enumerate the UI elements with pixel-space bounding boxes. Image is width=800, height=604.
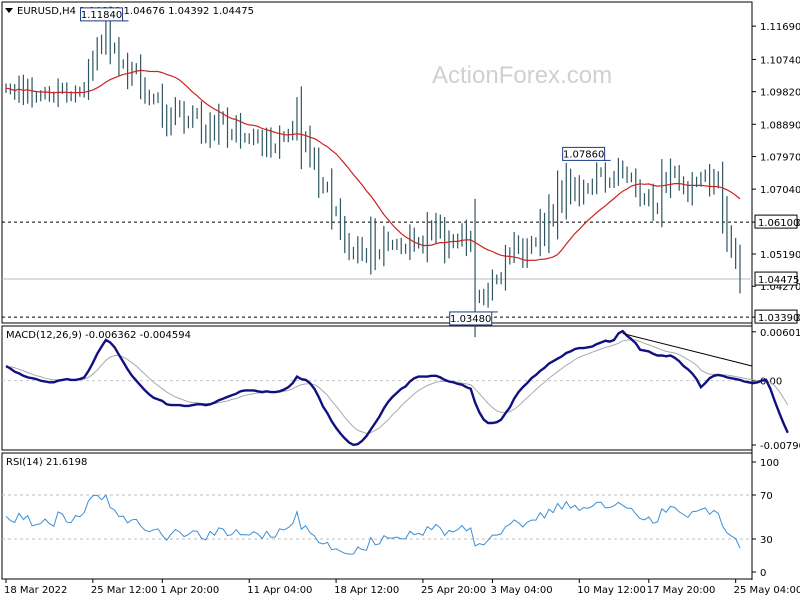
price-annotation-label: 1.07860 [563,149,604,160]
x-tick-label: 18 Apr 12:00 [334,585,399,596]
x-tick-label: 10 May 12:00 [577,585,646,596]
rsi-y-tick-label: 0 [760,568,766,579]
macd-title: MACD(12,26,9) -0.006362 -0.004594 [6,330,191,341]
macd-main-line [5,329,789,447]
symbol-label: EURUSD,H4 [17,6,76,17]
price-annotation-label: 1.03480 [450,314,491,325]
x-tick-label: 3 May 04:00 [490,585,552,596]
rsi-y-tick-label: 100 [760,458,779,469]
chart-window: ActionForex.com EURUSD,H4 1.04646 1.0467… [0,0,800,600]
macd-y-tick-label: 0.00 [760,377,782,388]
rsi-y-tick-label: 70 [760,491,773,502]
moving-average-line [5,69,741,262]
x-tick-label: 11 Apr 04:00 [247,585,312,596]
dropdown-triangle-icon[interactable] [5,8,13,13]
rsi-title: RSI(14) 21.6198 [6,457,87,468]
chart-svg: ActionForex.com EURUSD,H4 1.04646 1.0467… [1,1,800,596]
price-y-tick-label: 1.05190 [760,250,800,261]
macd-y-tick-label: -0.007907 [760,441,800,452]
price-annotation-label: 1.11840 [81,10,122,21]
macd-signal-line [5,339,789,435]
price-y-tick-label: 1.10740 [760,55,800,66]
price-y-tick-label: 1.09820 [760,88,800,99]
price-y-tick-label: 1.07040 [760,185,800,196]
price-y-tick-label: 1.07970 [760,153,800,164]
dashed-level-label: 1.06100 [758,218,799,229]
dashed-level-label: 1.03390 [758,313,799,324]
current-price-label: 1.04475 [758,275,799,286]
x-axis: 18 Mar 2022 25 Mar 12:00 1 Apr 20:00 11 Apr… [2,578,800,596]
macd-panel-frame [1,325,753,451]
price-y-tick-label: 1.08890 [760,120,800,131]
price-panel: 1.11690 1.10740 1.09820 1.08890 1.07970 1.070… [2,6,800,338]
rsi-panel-frame [1,452,753,580]
rsi-line [5,494,741,555]
x-tick-label: 18 Mar 2022 [4,585,67,596]
macd-panel: 0.006012 0.00 -0.007907 [2,328,800,452]
x-tick-label: 17 May 20:00 [647,585,716,596]
x-tick-label: 25 May 04:00 [734,585,800,596]
watermark: ActionForex.com [432,62,612,89]
x-tick-label: 25 Apr 20:00 [421,585,486,596]
x-tick-label: 1 Apr 20:00 [160,585,219,596]
x-tick-label: 25 Mar 12:00 [91,585,158,596]
rsi-y-tick-label: 30 [760,535,773,546]
macd-y-tick-label: 0.006012 [760,328,800,339]
rsi-panel: 100 70 30 0 [2,458,779,579]
price-y-tick-label: 1.11690 [760,22,800,33]
